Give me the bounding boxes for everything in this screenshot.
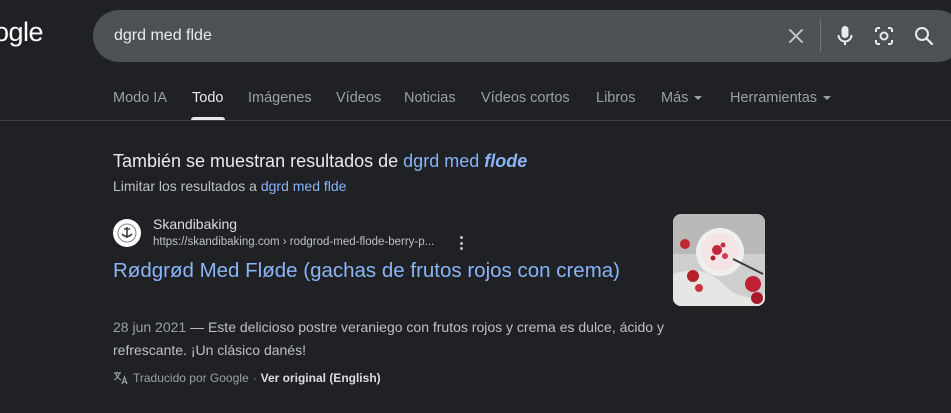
limit-prefix: Limitar los resultados a (113, 178, 257, 194)
spelling-prefix: También se muestran resultados de (113, 151, 399, 171)
translated-label: Traducido por Google (133, 371, 249, 385)
result-thumbnail[interactable] (673, 214, 765, 306)
microphone-icon[interactable] (833, 24, 857, 48)
tools-button[interactable]: Herramientas (730, 90, 832, 106)
tab-modo-ia[interactable]: Modo IA (113, 90, 167, 106)
search-input[interactable] (114, 24, 714, 48)
result-snippet: 28 jun 2021 — Este delicioso postre vera… (113, 316, 673, 362)
lens-icon[interactable] (872, 24, 896, 48)
result-title-link[interactable]: Rødgrød Med Fløde (gachas de frutos rojo… (113, 257, 633, 285)
close-icon[interactable] (784, 24, 808, 48)
search-box[interactable] (93, 10, 951, 62)
google-logo[interactable]: ogle (0, 17, 44, 48)
translate-icon (113, 372, 128, 385)
translation-notice: Traducido por Google · Ver original (Eng… (113, 371, 381, 385)
site-favicon[interactable] (113, 219, 141, 247)
search-tabs: Modo IA Todo Imágenes Vídeos Noticias Ví… (0, 80, 951, 120)
original-query-link[interactable]: dgrd med flde (261, 178, 347, 194)
tab-libros[interactable]: Libros (596, 90, 636, 106)
original-query-suggestion: Limitar los resultados a dgrd med flde (113, 178, 346, 194)
search-divider (820, 19, 821, 52)
more-options-icon[interactable] (455, 235, 467, 251)
site-name[interactable]: Skandibaking (153, 216, 237, 232)
search-icon[interactable] (912, 24, 936, 48)
chevron-down-icon (694, 96, 703, 100)
tab-imagenes[interactable]: Imágenes (248, 90, 312, 106)
tab-videos-cortos[interactable]: Vídeos cortos (481, 90, 570, 106)
snippet-dash: — (190, 319, 205, 335)
view-original-link[interactable]: Ver original (English) (261, 371, 381, 385)
spelling-correction: También se muestran resultados de dgrd m… (113, 151, 527, 172)
tab-videos[interactable]: Vídeos (336, 90, 381, 106)
tab-mas[interactable]: Más (661, 90, 703, 106)
separator: · (252, 371, 257, 385)
result-url[interactable]: https://skandibaking.com › rodgrod-med-f… (153, 236, 434, 248)
tabs-divider (0, 120, 951, 121)
result-date: 28 jun 2021 (113, 319, 187, 335)
tab-todo[interactable]: Todo (192, 90, 223, 106)
tab-noticias[interactable]: Noticias (404, 90, 456, 106)
corrected-query-link[interactable]: dgrd med flode (403, 151, 527, 171)
chevron-down-icon (823, 96, 832, 100)
